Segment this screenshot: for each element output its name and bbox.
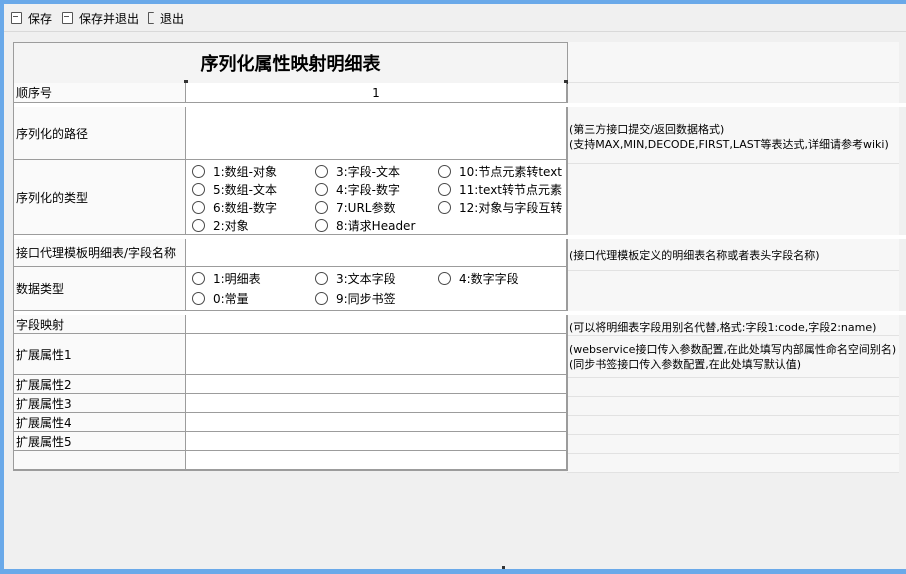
dtype-option-label: 3:文本字段 [336, 272, 396, 286]
dtype-option-4[interactable]: 4:数字字段 [438, 270, 519, 287]
mapping-note: (可以将明细表字段用别名代替,格式:字段1:code,字段2:name) [569, 321, 877, 334]
toolbar: 保存 保存并退出 退出 [4, 4, 906, 32]
seq-label: 顺序号 [14, 83, 186, 103]
type-option-12[interactable]: 12:对象与字段互转 [438, 199, 562, 216]
ext3-label: 扩展属性3 [14, 394, 186, 413]
type-option-label: 6:数组-数字 [213, 201, 278, 215]
mapping-input[interactable] [186, 315, 567, 334]
resize-handle[interactable] [502, 566, 505, 569]
radio-icon [315, 165, 328, 178]
type-radio-group: 1:数组-对象 3:字段-文本 10:节点元素转text 5:数组-文本 4:字… [186, 160, 567, 235]
type-option-label: 1:数组-对象 [213, 165, 278, 179]
type-option-label: 3:字段-文本 [336, 165, 401, 179]
type-option-10[interactable]: 10:节点元素转text [438, 163, 562, 180]
type-option-1[interactable]: 1:数组-对象 [192, 163, 277, 180]
ext2-input[interactable] [186, 375, 567, 394]
radio-icon [438, 272, 451, 285]
radio-icon [315, 201, 328, 214]
ext4-input[interactable] [186, 413, 567, 432]
ext5-input[interactable] [186, 432, 567, 451]
dtype-label: 数据类型 [14, 267, 186, 311]
ext1-label: 扩展属性1 [14, 334, 186, 375]
dtype-option-9[interactable]: 9:同步书签 [315, 290, 396, 307]
type-option-2[interactable]: 2:对象 [192, 217, 249, 234]
seq-input[interactable]: 1 [186, 83, 567, 103]
empty-label [14, 451, 186, 470]
type-option-3[interactable]: 3:字段-文本 [315, 163, 400, 180]
exit-button[interactable]: 退出 [148, 10, 184, 26]
type-option-label: 11:text转节点元素 [459, 183, 562, 197]
path-note-1: (第三方接口提交/返回数据格式) [569, 123, 725, 136]
radio-icon [192, 165, 205, 178]
empty-input[interactable] [186, 451, 567, 470]
radio-icon [438, 165, 451, 178]
ext1-note-1: (webservice接口传入参数配置,在此处填写内部属性命名空间别名) [569, 343, 897, 356]
dtype-radio-group: 1:明细表 3:文本字段 4:数字字段 0:常量 9:同步书签 [186, 267, 567, 311]
type-option-11[interactable]: 11:text转节点元素 [438, 181, 562, 198]
radio-icon [315, 183, 328, 196]
path-input[interactable] [186, 107, 567, 160]
type-option-7[interactable]: 7:URL参数 [315, 199, 396, 216]
radio-icon [192, 219, 205, 232]
dtype-option-1[interactable]: 1:明细表 [192, 270, 261, 287]
type-option-4[interactable]: 4:字段-数字 [315, 181, 400, 198]
ext2-label: 扩展属性2 [14, 375, 186, 394]
path-note-2: (支持MAX,MIN,DECODE,FIRST,LAST等表达式,详细请参考wi… [569, 138, 889, 151]
radio-icon [315, 272, 328, 285]
dtype-option-label: 4:数字字段 [459, 272, 519, 286]
save-exit-icon [62, 12, 73, 24]
mapping-label: 字段映射 [14, 315, 186, 334]
radio-icon [438, 201, 451, 214]
exit-icon [148, 12, 154, 24]
dtype-option-label: 1:明细表 [213, 272, 261, 286]
ext5-label: 扩展属性5 [14, 432, 186, 451]
radio-icon [192, 272, 205, 285]
type-option-label: 2:对象 [213, 219, 249, 233]
proxy-label: 接口代理模板明细表/字段名称 [14, 239, 186, 267]
form-grid: 序列化属性映射明细表 顺序号 1 序列化的路径 序列化的类型 1:数组-对象 3… [13, 42, 906, 471]
dtype-option-label: 0:常量 [213, 292, 249, 306]
proxy-input[interactable] [186, 239, 567, 267]
type-option-label: 7:URL参数 [336, 201, 396, 215]
dtype-option-0[interactable]: 0:常量 [192, 290, 249, 307]
radio-icon [192, 292, 205, 305]
save-icon [11, 12, 22, 24]
type-option-label: 5:数组-文本 [213, 183, 278, 197]
type-option-8[interactable]: 8:请求Header [315, 217, 415, 234]
radio-icon [192, 201, 205, 214]
dtype-option-label: 9:同步书签 [336, 292, 396, 306]
ext4-label: 扩展属性4 [14, 413, 186, 432]
type-option-label: 10:节点元素转text [459, 165, 562, 179]
save-label: 保存 [28, 11, 53, 26]
radio-icon [438, 183, 451, 196]
dialog-window: 保存 保存并退出 退出 (第三方接口提交/返回数据格式) (支持MAX,MIN,… [4, 4, 906, 569]
radio-icon [315, 292, 328, 305]
radio-icon [315, 219, 328, 232]
type-option-label: 12:对象与字段互转 [459, 201, 563, 215]
type-option-label: 8:请求Header [336, 219, 416, 233]
ext3-input[interactable] [186, 394, 567, 413]
type-option-5[interactable]: 5:数组-文本 [192, 181, 277, 198]
save-button[interactable]: 保存 [11, 10, 52, 26]
path-label: 序列化的路径 [14, 107, 186, 160]
type-option-6[interactable]: 6:数组-数字 [192, 199, 277, 216]
ext1-note-2: (同步书签接口传入参数配置,在此处填写默认值) [569, 358, 802, 371]
form-title: 序列化属性映射明细表 [14, 43, 567, 84]
exit-label: 退出 [160, 11, 185, 26]
ext1-input[interactable] [186, 334, 567, 375]
proxy-note: (接口代理模板定义的明细表名称或者表头字段名称) [569, 249, 820, 262]
dtype-option-3[interactable]: 3:文本字段 [315, 270, 396, 287]
save-exit-button[interactable]: 保存并退出 [62, 10, 139, 26]
save-exit-label: 保存并退出 [79, 11, 140, 26]
radio-icon [192, 183, 205, 196]
type-label: 序列化的类型 [14, 160, 186, 235]
type-option-label: 4:字段-数字 [336, 183, 401, 197]
